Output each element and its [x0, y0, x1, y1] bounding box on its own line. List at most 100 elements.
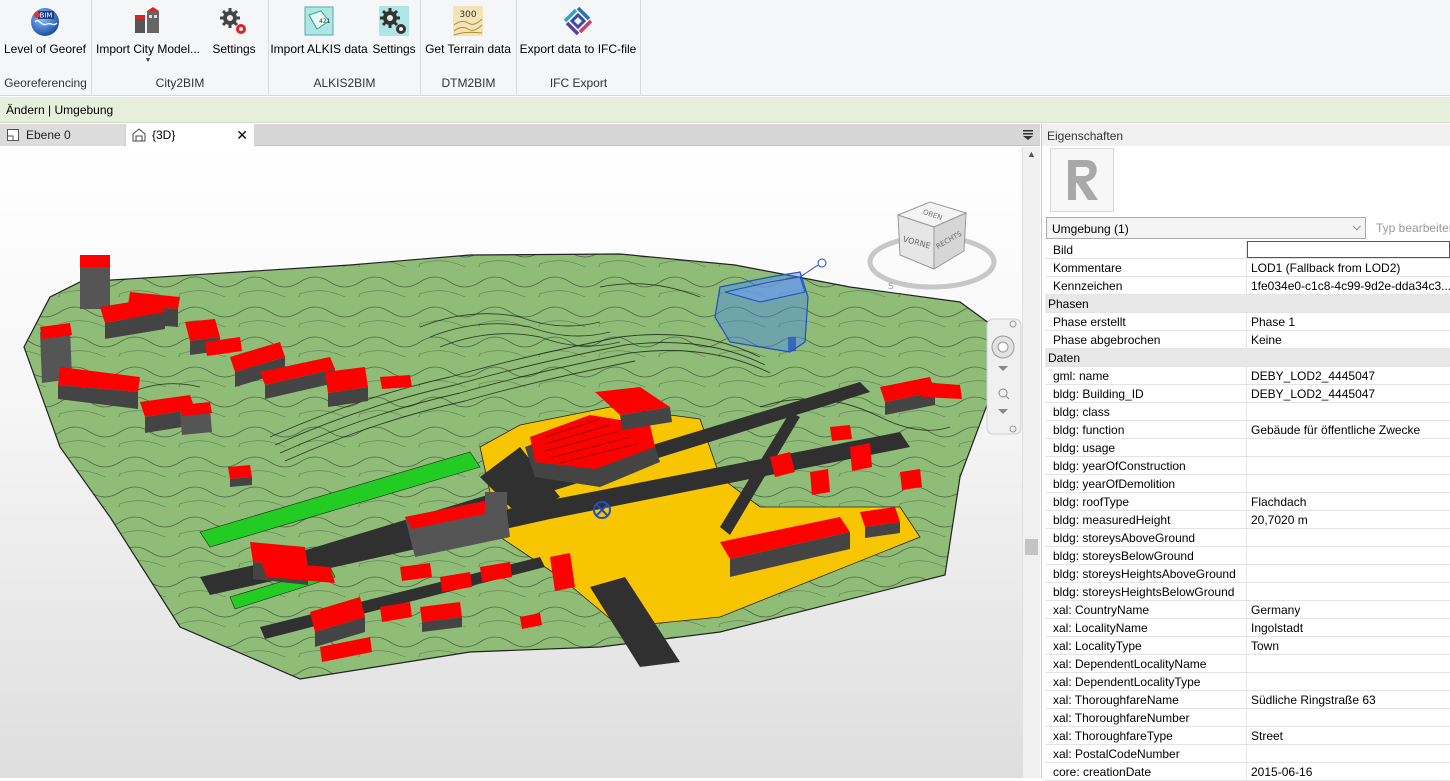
group-title-dtm2bim: DTM2BIM: [441, 76, 496, 90]
property-value[interactable]: [1247, 439, 1450, 456]
property-row: bldg: storeysBelowGround: [1045, 547, 1450, 565]
property-value[interactable]: [1247, 241, 1450, 258]
close-icon[interactable]: ✕: [236, 127, 248, 144]
property-value[interactable]: Town: [1247, 637, 1450, 654]
property-row: xal: DependentLocalityType: [1045, 673, 1450, 691]
building[interactable]: [830, 425, 852, 441]
viewcube[interactable]: OBEN VORNE RECHTS S: [867, 201, 997, 292]
chevron-down-icon: ⌵: [1352, 221, 1361, 233]
property-row: xal: DependentLocalityName: [1045, 655, 1450, 673]
type-selector-value: Umgebung (1): [1052, 222, 1129, 236]
export-ifc-button[interactable]: Export data to IFC-file: [517, 0, 639, 72]
property-name: bldg: storeysBelowGround: [1045, 547, 1247, 564]
property-value[interactable]: [1247, 529, 1450, 546]
tab-3d[interactable]: {3D} ✕: [126, 124, 254, 146]
compass-south-label: S: [888, 282, 894, 292]
property-value[interactable]: [1247, 475, 1450, 492]
building[interactable]: [80, 255, 110, 309]
edit-type-button[interactable]: Typ bearbeiten: [1372, 218, 1450, 238]
building[interactable]: [228, 465, 252, 487]
property-name: xal: DependentLocalityName: [1045, 655, 1247, 672]
property-value[interactable]: Ingolstadt: [1247, 619, 1450, 636]
context-tab-bar[interactable]: Ändern | Umgebung: [0, 97, 1450, 123]
alkis2bim-settings-button[interactable]: Settings: [369, 0, 419, 72]
property-name: bldg: storeysHeightsBelowGround: [1045, 583, 1247, 600]
property-value[interactable]: Südliche Ringstraße 63: [1247, 691, 1450, 708]
property-row: Phase abgebrochen Keine: [1045, 331, 1450, 349]
building[interactable]: [900, 469, 922, 490]
property-value[interactable]: [1247, 403, 1450, 420]
property-name: bldg: usage: [1045, 439, 1247, 456]
3d-viewport[interactable]: OBEN VORNE RECHTS S: [0, 147, 1022, 778]
chevron-down-icon: ▼: [144, 57, 152, 64]
property-value[interactable]: [1247, 457, 1450, 474]
import-city-model-label: Import City Model...: [95, 42, 201, 56]
property-value[interactable]: [1247, 655, 1450, 672]
get-terrain-data-button[interactable]: 300 Get Terrain data: [421, 0, 515, 72]
property-name: Kennzeichen: [1045, 277, 1247, 294]
property-row: bldg: storeysHeightsAboveGround: [1045, 565, 1450, 583]
property-name: bldg: class: [1045, 403, 1247, 420]
property-row: bldg: yearOfConstruction: [1045, 457, 1450, 475]
property-value[interactable]: LOD1 (Fallback from LOD2): [1247, 259, 1450, 276]
city-model-icon: [131, 4, 165, 38]
property-value[interactable]: [1247, 583, 1450, 600]
property-value[interactable]: DEBY_LOD2_4445047: [1247, 367, 1450, 384]
property-value[interactable]: [1247, 673, 1450, 690]
import-alkis-data-label: Import ALKIS data: [270, 42, 368, 56]
city2bim-settings-button[interactable]: Settings: [204, 0, 264, 72]
3d-house-icon: [132, 128, 146, 142]
group-title-city2bim: City2BIM: [155, 76, 205, 90]
properties-section-header[interactable]: Daten: [1045, 349, 1450, 367]
scrollbar-thumb[interactable]: [1025, 539, 1038, 555]
property-value[interactable]: Flachdach: [1247, 493, 1450, 510]
property-name: bldg: roofType: [1045, 493, 1247, 510]
view-tabs-bar: Ebene 0 {3D} ✕: [0, 124, 1040, 146]
level-of-georef-button[interactable]: BIM Level of Georef: [0, 0, 90, 72]
property-name: Phase abgebrochen: [1045, 331, 1247, 348]
property-value[interactable]: Street: [1247, 727, 1450, 744]
property-name: xal: ThoroughfareName: [1045, 691, 1247, 708]
properties-section-header[interactable]: Phasen: [1045, 295, 1450, 313]
property-value[interactable]: Phase 1: [1247, 313, 1450, 330]
import-alkis-data-button[interactable]: 421 Import ALKIS data: [269, 0, 369, 72]
property-value[interactable]: 1fe034e0-c1c8-4c99-9d2e-dda34c3...: [1247, 277, 1450, 294]
group-title-ifc-export: IFC Export: [549, 76, 608, 90]
building[interactable]: [420, 602, 462, 632]
property-row: bldg: measuredHeight 20,7020 m: [1045, 511, 1450, 529]
property-value[interactable]: Germany: [1247, 601, 1450, 618]
property-row: xal: ThoroughfareType Street: [1045, 727, 1450, 745]
type-selector-dropdown[interactable]: Umgebung (1) ⌵: [1046, 217, 1366, 239]
property-row: xal: ThoroughfareNumber: [1045, 709, 1450, 727]
property-value[interactable]: [1247, 745, 1450, 762]
get-terrain-data-label: Get Terrain data: [425, 42, 511, 56]
viewport-scrollbar[interactable]: ▲: [1022, 147, 1040, 778]
property-value[interactable]: [1247, 547, 1450, 564]
steering-wheel-icon[interactable]: [991, 335, 1015, 359]
property-row: bldg: function Gebäude für öffentliche Zw…: [1045, 421, 1450, 439]
building[interactable]: [380, 375, 412, 389]
property-value[interactable]: Keine: [1247, 331, 1450, 348]
building[interactable]: [850, 443, 872, 471]
property-name: Kommentare: [1045, 259, 1247, 276]
export-ifc-label: Export data to IFC-file: [519, 42, 637, 56]
city-model-scene[interactable]: OBEN VORNE RECHTS S: [0, 147, 1022, 778]
property-value[interactable]: DEBY_LOD2_4445047: [1247, 385, 1450, 402]
property-value[interactable]: [1247, 709, 1450, 726]
building[interactable]: [810, 469, 830, 495]
tab-ebene-0[interactable]: Ebene 0: [0, 124, 124, 146]
scroll-up-icon[interactable]: ▲: [1027, 149, 1036, 159]
property-value[interactable]: 20,7020 m: [1247, 511, 1450, 528]
import-city-model-button[interactable]: Import City Model... ▼: [92, 0, 204, 72]
property-row: gml: name DEBY_LOD2_4445047: [1045, 367, 1450, 385]
svg-text:BIM: BIM: [40, 12, 53, 20]
building[interactable]: [325, 367, 368, 407]
building[interactable]: [860, 507, 900, 538]
tabs-menu-icon[interactable]: [1022, 127, 1034, 141]
property-value[interactable]: [1247, 565, 1450, 582]
property-value[interactable]: 2015-06-16: [1247, 763, 1450, 780]
navigation-bar[interactable]: [986, 318, 1022, 435]
property-value[interactable]: Gebäude für öffentliche Zwecke: [1247, 421, 1450, 438]
property-row: bldg: storeysAboveGround: [1045, 529, 1450, 547]
building[interactable]: [180, 402, 212, 435]
